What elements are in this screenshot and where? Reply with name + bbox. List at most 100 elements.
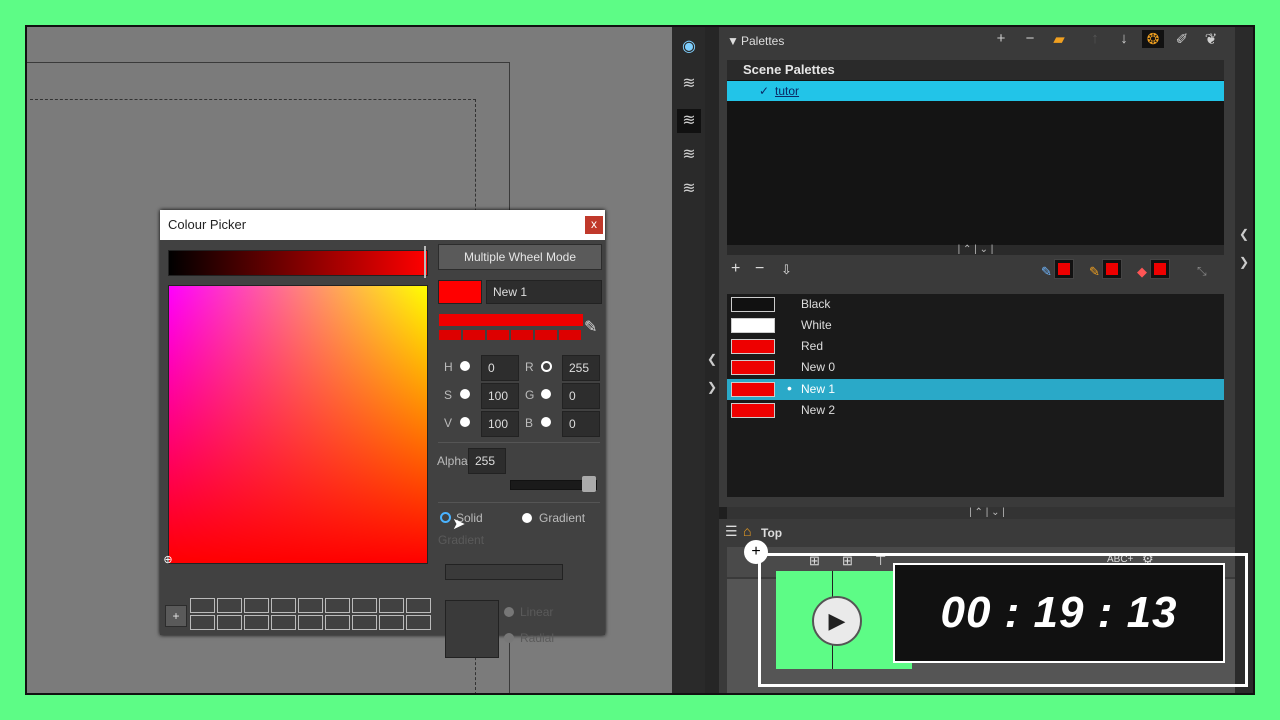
- eye-icon[interactable]: ◉: [677, 35, 701, 59]
- paint-bucket-icon[interactable]: ◆: [1137, 264, 1147, 280]
- layers-icon[interactable]: ≋: [677, 143, 701, 167]
- gradient-preview-bar: [445, 564, 563, 580]
- pencil-colour-swatch[interactable]: [1102, 259, 1122, 279]
- remove-palette-icon[interactable]: −: [1019, 30, 1041, 47]
- shade-swatch[interactable]: [439, 330, 461, 340]
- gradient-radio[interactable]: [522, 513, 532, 523]
- alpha-label: Alpha: [437, 454, 468, 468]
- eyedropper-icon[interactable]: ✎: [1041, 264, 1052, 280]
- palettes-header: ▼ Palettes + − ▰ ↑ ↓ ❂ ✐ ❦: [719, 27, 1249, 55]
- palette-options-icon[interactable]: ❦: [1200, 30, 1222, 48]
- link-icon[interactable]: ⤡: [1197, 264, 1207, 279]
- play-button[interactable]: ▶: [812, 596, 862, 646]
- shade-swatch[interactable]: [511, 330, 533, 340]
- shade-swatch[interactable]: [535, 330, 557, 340]
- h-radio[interactable]: [460, 361, 470, 371]
- b-field[interactable]: 0: [562, 411, 600, 437]
- view-toolbar: ◉ ≋ ≋ ≋ ≋: [672, 27, 705, 693]
- v-radio[interactable]: [460, 417, 470, 427]
- brush-colour-swatch[interactable]: [1054, 259, 1074, 279]
- divider: [438, 502, 600, 503]
- menu-icon[interactable]: ☰: [725, 523, 738, 540]
- solid-radio-selected[interactable]: [440, 512, 451, 523]
- swatch-grid[interactable]: [190, 598, 431, 630]
- close-button[interactable]: x: [585, 216, 603, 234]
- chevron-left-icon[interactable]: ❮: [1239, 227, 1249, 241]
- colour-row-selected[interactable]: • New 1: [727, 379, 1224, 400]
- radial-radio[interactable]: [504, 633, 514, 643]
- pencil-icon[interactable]: ✎: [1089, 264, 1100, 280]
- s-radio[interactable]: [460, 389, 470, 399]
- current-marker-icon: •: [787, 380, 792, 396]
- palettes-panel: ▼ Palettes + − ▰ ↑ ↓ ❂ ✐ ❦ Scene Palette…: [719, 27, 1249, 507]
- eyedropper-icon[interactable]: ✎: [584, 317, 597, 337]
- remove-colour-icon[interactable]: −: [755, 260, 764, 278]
- shade-swatch[interactable]: [559, 330, 581, 340]
- colour-preview-strip: [439, 314, 583, 326]
- gradient-preview-box: [445, 600, 499, 658]
- timer-display: 00 : 19 : 13: [940, 588, 1178, 637]
- b-radio[interactable]: [541, 417, 551, 427]
- colour-options-icon[interactable]: ⇩: [781, 262, 792, 278]
- h-label: H: [444, 360, 453, 374]
- alpha-field[interactable]: 255: [468, 448, 506, 474]
- brush-icon[interactable]: ✐: [1171, 30, 1193, 48]
- add-swatch-button[interactable]: +: [165, 605, 187, 627]
- layers-icon[interactable]: ≋: [677, 72, 701, 96]
- mouse-cursor-icon: ➤: [452, 516, 466, 533]
- chevron-right-icon[interactable]: ❯: [1239, 255, 1249, 269]
- v-field[interactable]: 100: [481, 411, 519, 437]
- multiple-wheel-mode-button[interactable]: Multiple Wheel Mode: [438, 244, 602, 270]
- g-radio[interactable]: [541, 389, 551, 399]
- panel-separator[interactable]: ❮ ❯: [705, 27, 719, 693]
- colour-row[interactable]: New 0: [727, 357, 1224, 378]
- colour-name: New 0: [801, 360, 836, 374]
- folder-icon[interactable]: ▰: [1048, 30, 1070, 48]
- colour-picker-dialog: Colour Picker x ⊕ Multiple Wheel Mode Ne…: [160, 210, 605, 658]
- b-label: B: [525, 416, 534, 430]
- panel-splitter[interactable]: | ⌃ | ⌄ |: [727, 507, 1247, 519]
- list-splitter[interactable]: | ⌃ | ⌄ |: [727, 245, 1224, 255]
- linear-radio[interactable]: [504, 607, 514, 617]
- colour-row[interactable]: New 2: [727, 400, 1224, 421]
- value-slider-marker[interactable]: [424, 246, 426, 278]
- shade-swatch[interactable]: [463, 330, 485, 340]
- h-field[interactable]: 0: [481, 355, 519, 381]
- colour-name-field[interactable]: New 1: [486, 280, 602, 304]
- colour-name: White: [801, 318, 832, 332]
- gradient-label: Gradient: [539, 511, 586, 525]
- palette-mode-icon[interactable]: ❂: [1142, 30, 1164, 48]
- fill-colour-swatch[interactable]: [1150, 259, 1170, 279]
- crosshair-icon: ⊕: [163, 554, 173, 566]
- arrow-up-icon[interactable]: ↑: [1084, 30, 1106, 47]
- r-field[interactable]: 255: [562, 355, 600, 381]
- collapse-triangle-icon[interactable]: ▼: [727, 34, 739, 48]
- scene-palettes-header: Scene Palettes: [727, 60, 1224, 80]
- colour-square[interactable]: [168, 285, 428, 564]
- add-colour-icon[interactable]: +: [731, 260, 740, 278]
- g-field[interactable]: 0: [562, 383, 600, 409]
- layers-icon[interactable]: ≋: [677, 177, 701, 201]
- colour-name: New 2: [801, 403, 836, 417]
- r-radio-selected[interactable]: [541, 361, 552, 372]
- colour-row[interactable]: Black: [727, 294, 1224, 315]
- layers-light-table-icon[interactable]: ≋: [677, 109, 701, 133]
- colour-row[interactable]: White: [727, 315, 1224, 336]
- s-field[interactable]: 100: [481, 383, 519, 409]
- shade-swatch[interactable]: [487, 330, 509, 340]
- divider: [438, 442, 600, 443]
- g-label: G: [525, 388, 535, 402]
- colour-name: New 1: [801, 382, 836, 396]
- arrow-down-icon[interactable]: ↓: [1113, 30, 1135, 47]
- chevron-left-icon[interactable]: ❮: [707, 352, 717, 366]
- plus-icon[interactable]: +: [744, 540, 768, 564]
- current-colour-swatch: [438, 280, 482, 304]
- alpha-slider-handle[interactable]: [582, 476, 596, 492]
- palette-row-tutor[interactable]: ✓ tutor: [727, 81, 1224, 101]
- checkmark-icon: ✓: [759, 84, 770, 98]
- colour-row[interactable]: Red: [727, 336, 1224, 357]
- add-palette-icon[interactable]: +: [990, 30, 1012, 47]
- value-slider-bar[interactable]: [168, 250, 428, 276]
- chevron-right-icon[interactable]: ❯: [707, 380, 717, 394]
- breadcrumb[interactable]: Top: [761, 526, 782, 540]
